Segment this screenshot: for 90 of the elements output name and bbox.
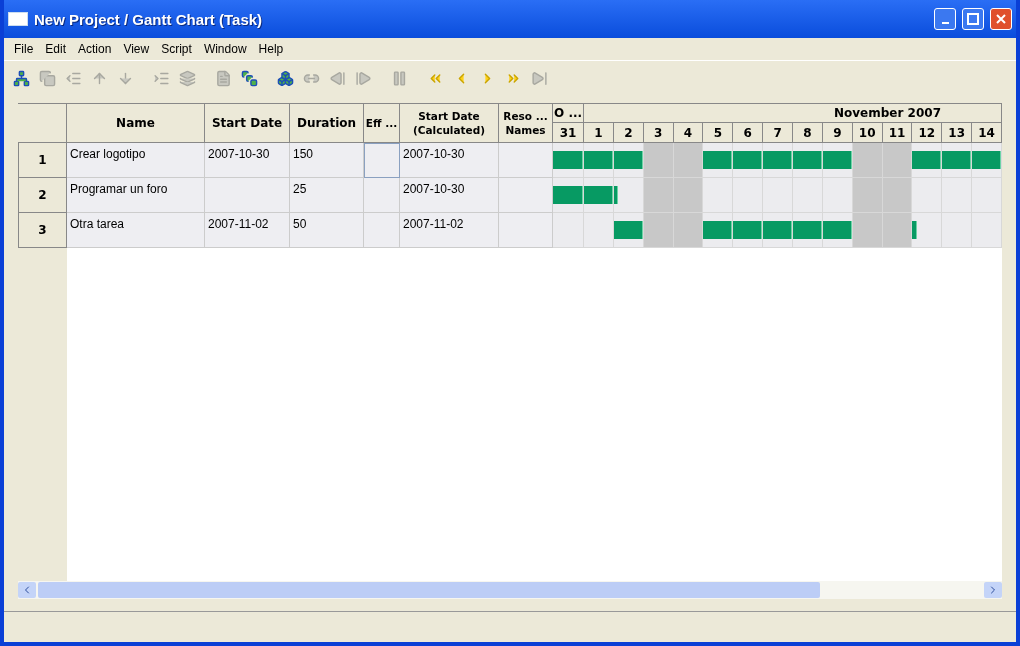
- task-bar[interactable]: [553, 186, 584, 204]
- table-cell: Otra tarea: [67, 213, 205, 248]
- table-cell: 2007-11-02: [205, 213, 290, 248]
- task-bar[interactable]: [763, 221, 792, 239]
- day-header: 4: [673, 123, 704, 143]
- menu-item[interactable]: View: [117, 41, 156, 57]
- task-bar-end[interactable]: [613, 186, 619, 204]
- day-header: 1: [584, 123, 614, 143]
- table-cell: 2007-11-02: [400, 213, 499, 248]
- document-icon: [214, 69, 232, 87]
- step-forward-icon: [354, 69, 372, 87]
- day-header: 6: [733, 123, 764, 143]
- task-bar[interactable]: [703, 221, 733, 239]
- day-header: 13: [942, 123, 973, 143]
- menu-item[interactable]: Window: [197, 41, 253, 57]
- column-header[interactable]: Eff ...: [364, 104, 400, 143]
- menu-item[interactable]: File: [8, 41, 40, 57]
- day-header: 3: [643, 123, 674, 143]
- maximize-button[interactable]: [962, 8, 984, 30]
- task-bar-end[interactable]: [912, 221, 917, 239]
- row-number[interactable]: 1: [18, 143, 67, 178]
- task-bar[interactable]: [703, 151, 733, 169]
- column-header[interactable]: Start Date: [205, 104, 290, 143]
- row-number[interactable]: 3: [18, 213, 67, 248]
- table-cell: 2007-10-30: [400, 178, 499, 213]
- task-bar[interactable]: [733, 151, 763, 169]
- timeline-cell: [882, 178, 913, 213]
- window-title: New Project / Gantt Chart (Task): [34, 10, 264, 28]
- table-cell: 50: [290, 213, 364, 248]
- day-header: 11: [882, 123, 913, 143]
- row-number[interactable]: 2: [18, 178, 67, 213]
- task-bar[interactable]: [912, 151, 942, 169]
- timeline-cell: [673, 178, 704, 213]
- table-cell: 2007-10-30: [400, 143, 499, 178]
- copy-icon: [38, 69, 56, 87]
- blocks-icon: [276, 69, 294, 87]
- menu-item[interactable]: Edit: [39, 41, 73, 57]
- stacked-pages-icon: [240, 69, 258, 87]
- month-header: November 2007: [584, 104, 1002, 123]
- day-header: 12: [912, 123, 943, 143]
- window-icon: [8, 12, 28, 26]
- task-bar[interactable]: [822, 221, 852, 239]
- table-cell: 150: [290, 143, 364, 178]
- task-bar[interactable]: [822, 151, 852, 169]
- day-header: 9: [822, 123, 853, 143]
- table-cell: Programar un foro: [67, 178, 205, 213]
- table-cell: 25: [290, 178, 364, 213]
- task-bar[interactable]: [584, 186, 613, 204]
- timeline-cell: [972, 213, 1002, 248]
- menu-item[interactable]: Help: [252, 41, 290, 57]
- minimize-icon: [941, 22, 949, 24]
- task-bar[interactable]: [763, 151, 792, 169]
- scroll-left-button[interactable]: [18, 582, 36, 598]
- table-cell: [499, 213, 553, 248]
- tree-icon: [12, 69, 30, 87]
- column-header[interactable]: Name: [67, 104, 205, 143]
- minimize-button[interactable]: [934, 8, 956, 30]
- day-header: 2: [613, 123, 644, 143]
- table-cell: Crear logotipo: [67, 143, 205, 178]
- day-header: 5: [703, 123, 734, 143]
- task-bar[interactable]: [793, 151, 822, 169]
- task-bar[interactable]: [553, 151, 584, 169]
- task-bar[interactable]: [584, 151, 613, 169]
- menu-item[interactable]: Action: [72, 41, 118, 57]
- day-header: 8: [793, 123, 823, 143]
- day-header: 10: [852, 123, 883, 143]
- month-header: O ...: [553, 104, 585, 123]
- close-icon: [995, 13, 1007, 25]
- task-bar[interactable]: [793, 221, 822, 239]
- skip-end-icon: [530, 69, 548, 87]
- scroll-right-button[interactable]: [984, 582, 1002, 598]
- day-header: 14: [972, 123, 1002, 143]
- maximize-icon: [967, 13, 979, 25]
- task-bar[interactable]: [613, 151, 643, 169]
- task-bar[interactable]: [733, 221, 763, 239]
- layers-icon: [178, 69, 196, 87]
- table-cell: 2007-10-30: [205, 143, 290, 178]
- day-header: 31: [553, 123, 585, 143]
- task-bar[interactable]: [942, 151, 972, 169]
- column-header[interactable]: Reso ... Names: [499, 104, 553, 143]
- column-header[interactable]: Duration: [290, 104, 364, 143]
- timeline-cell: [852, 178, 883, 213]
- scrollbar-thumb[interactable]: [38, 582, 820, 598]
- close-button[interactable]: [990, 8, 1012, 30]
- step-back-icon: [328, 69, 346, 87]
- column-header[interactable]: Start Date (Calculated): [400, 104, 499, 143]
- task-bar[interactable]: [613, 221, 643, 239]
- day-header: 7: [763, 123, 793, 143]
- task-bar[interactable]: [972, 151, 1001, 169]
- menu-item[interactable]: Script: [155, 41, 198, 57]
